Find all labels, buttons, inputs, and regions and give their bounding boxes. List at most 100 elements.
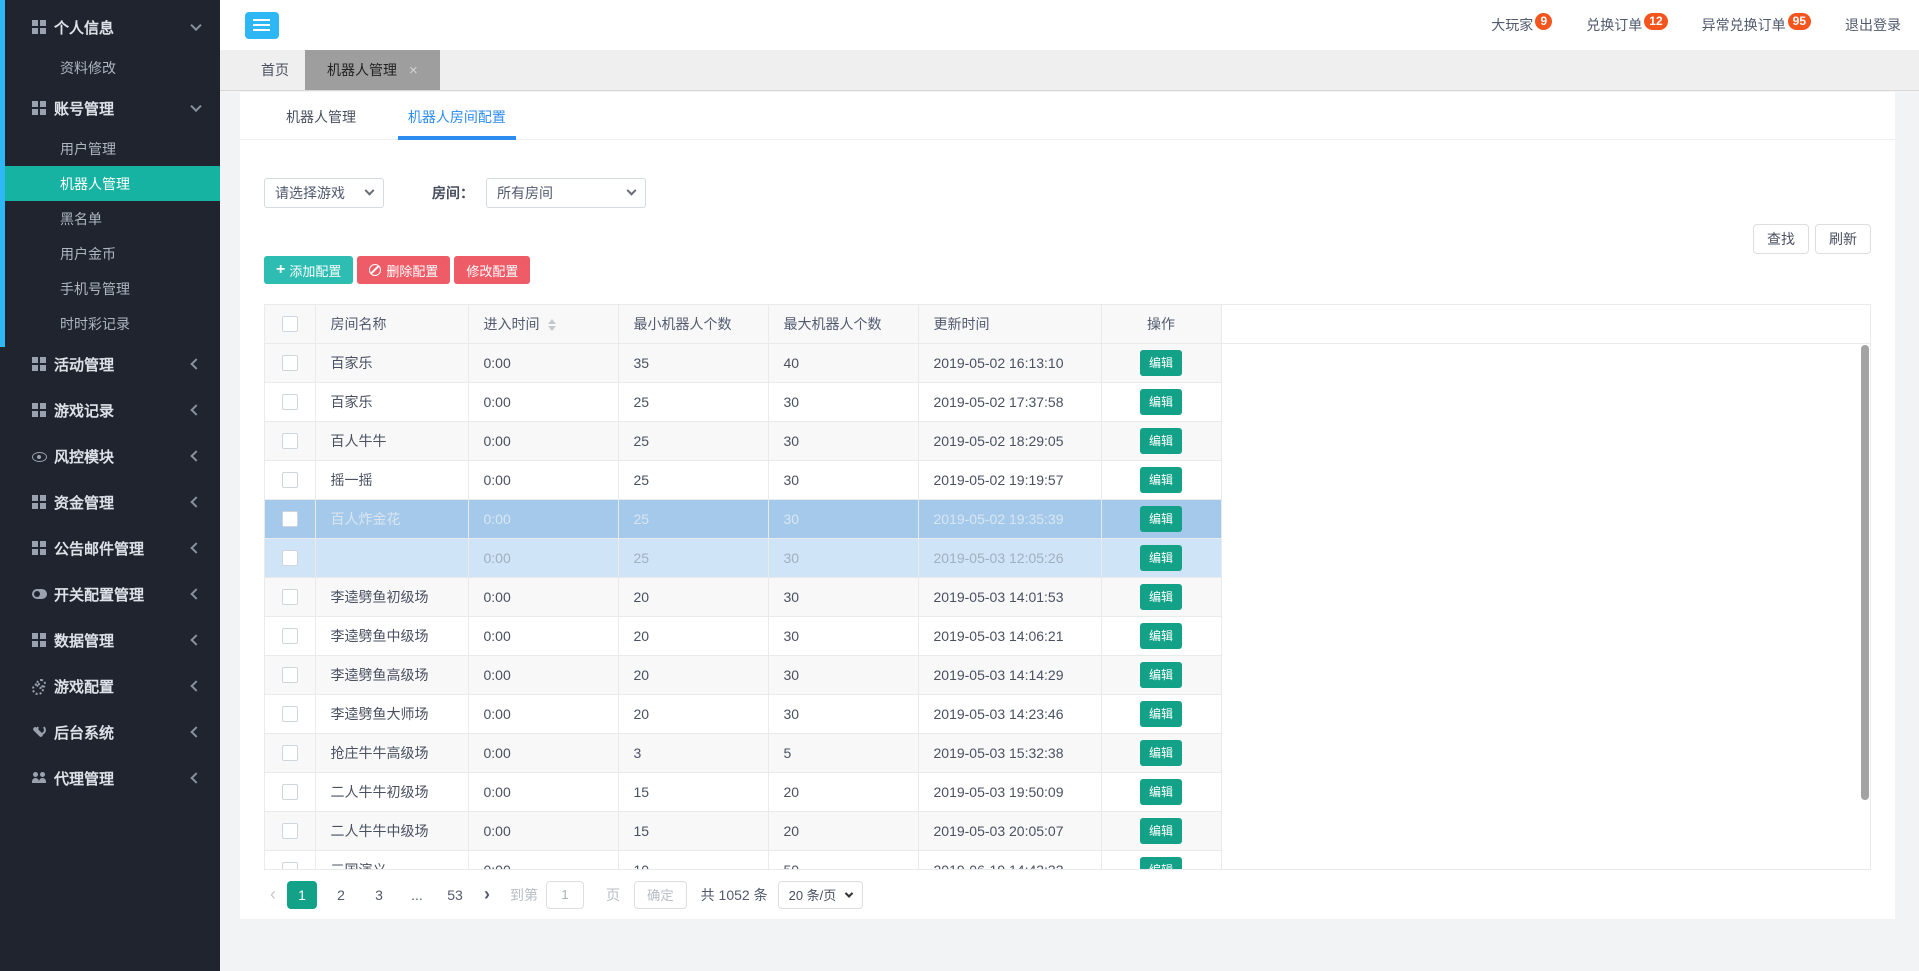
sidebar-item[interactable]: 机器人管理	[0, 166, 220, 201]
row-checkbox[interactable]	[282, 823, 298, 839]
sidebar-item[interactable]: 手机号管理	[0, 271, 220, 306]
page-number[interactable]: 3	[365, 881, 393, 909]
cell-room-name: 摇一摇	[315, 460, 468, 499]
sidebar-item[interactable]: 后台系统	[0, 709, 220, 755]
sidebar-item[interactable]: 风控模块	[0, 433, 220, 479]
row-checkbox[interactable]	[282, 862, 298, 869]
edit-button[interactable]: 编辑	[1140, 389, 1182, 415]
cell-updated: 2019-05-02 19:19:57	[918, 460, 1101, 499]
confirm-button[interactable]: 确定	[634, 881, 687, 909]
edit-button[interactable]: 编辑	[1140, 857, 1182, 870]
search-button[interactable]: 查找	[1753, 224, 1809, 254]
sidebar-item[interactable]: 资料修改	[0, 50, 220, 85]
sidebar-item[interactable]: 时时彩记录	[0, 306, 220, 341]
sort-icon[interactable]	[548, 319, 556, 331]
select-all-checkbox[interactable]	[282, 316, 298, 332]
row-checkbox[interactable]	[282, 628, 298, 644]
delete-config-button[interactable]: 删除配置	[357, 256, 450, 284]
cell-room-name: 李逵劈鱼初级场	[315, 577, 468, 616]
sidebar-item[interactable]: 用户金币	[0, 236, 220, 271]
sidebar-item[interactable]: 开关配置管理	[0, 571, 220, 617]
cell-min-robots: 20	[618, 616, 768, 655]
sidebar-item[interactable]: 游戏配置	[0, 663, 220, 709]
row-checkbox[interactable]	[282, 394, 298, 410]
edit-button[interactable]: 编辑	[1140, 623, 1182, 649]
add-config-button[interactable]: 添加配置	[264, 256, 353, 284]
table-row: 百人炸金花 0:00 25 30 2019-05-02 19:35:39 编辑	[265, 499, 1870, 538]
sidebar-item[interactable]: 代理管理	[0, 755, 220, 801]
sidebar-item[interactable]: 公告邮件管理	[0, 525, 220, 571]
prev-page-arrow[interactable]: ‹	[270, 884, 276, 905]
row-filler	[1221, 811, 1870, 850]
game-select[interactable]: 请选择游戏	[264, 178, 384, 208]
edit-button[interactable]: 编辑	[1140, 779, 1182, 805]
edit-button[interactable]: 编辑	[1140, 740, 1182, 766]
row-checkbox[interactable]	[282, 511, 298, 527]
row-checkbox[interactable]	[282, 667, 298, 683]
header-filler	[1221, 305, 1870, 343]
tab-home[interactable]: 首页	[245, 50, 305, 90]
modify-config-button[interactable]: 修改配置	[454, 256, 530, 284]
col-enter-time[interactable]: 进入时间	[468, 305, 618, 343]
sidebar-item-icon	[32, 357, 46, 371]
close-icon[interactable]	[409, 50, 418, 91]
page-size-select[interactable]: 20 条/页	[778, 881, 864, 909]
sidebar-item[interactable]: 资金管理	[0, 479, 220, 525]
edit-button[interactable]: 编辑	[1140, 584, 1182, 610]
row-checkbox[interactable]	[282, 433, 298, 449]
sidebar-item[interactable]: 活动管理	[0, 341, 220, 387]
next-page-arrow[interactable]: ›	[484, 884, 490, 905]
edit-button[interactable]: 编辑	[1140, 467, 1182, 493]
table-row: 百家乐 0:00 35 40 2019-05-02 16:13:10 编辑	[265, 343, 1870, 382]
header-link[interactable]: 兑换订单12	[1586, 15, 1667, 35]
sidebar-item[interactable]: 游戏记录	[0, 387, 220, 433]
sidebar-toggle-button[interactable]	[245, 12, 279, 39]
cell-updated: 2019-05-02 17:37:58	[918, 382, 1101, 421]
sidebar-item[interactable]: 黑名单	[0, 201, 220, 236]
edit-button[interactable]: 编辑	[1140, 350, 1182, 376]
cell-updated: 2019-05-03 12:05:26	[918, 538, 1101, 577]
edit-button[interactable]: 编辑	[1140, 818, 1182, 844]
sidebar-item-icon	[32, 633, 46, 647]
sidebar-item[interactable]: 用户管理	[0, 131, 220, 166]
header-link[interactable]: 退出登录	[1845, 15, 1901, 35]
room-select[interactable]: 所有房间	[486, 178, 646, 208]
table-scrollbar[interactable]	[1861, 345, 1869, 800]
header-link[interactable]: 大玩家9	[1491, 15, 1552, 35]
row-checkbox[interactable]	[282, 784, 298, 800]
page-number[interactable]: 53	[441, 881, 469, 909]
row-checkbox[interactable]	[282, 355, 298, 371]
edit-button[interactable]: 编辑	[1140, 701, 1182, 727]
row-checkbox[interactable]	[282, 706, 298, 722]
goto-page-input[interactable]	[546, 881, 584, 909]
edit-button[interactable]: 编辑	[1140, 506, 1182, 532]
edit-button[interactable]: 编辑	[1140, 545, 1182, 571]
cell-enter-time: 0:00	[468, 733, 618, 772]
cell-max-robots: 30	[768, 655, 918, 694]
sidebar-item[interactable]: 账号管理	[0, 85, 220, 131]
row-checkbox[interactable]	[282, 550, 298, 566]
sidebar-item[interactable]: 数据管理	[0, 617, 220, 663]
row-checkbox[interactable]	[282, 745, 298, 761]
cell-updated: 2019-05-03 14:01:53	[918, 577, 1101, 616]
edit-button[interactable]: 编辑	[1140, 428, 1182, 454]
subtab-robot-room-config[interactable]: 机器人房间配置	[398, 92, 516, 140]
cell-max-robots: 30	[768, 421, 918, 460]
row-checkbox[interactable]	[282, 472, 298, 488]
tab-robot-management[interactable]: 机器人管理	[305, 50, 440, 90]
header-link[interactable]: 异常兑换订单95	[1702, 15, 1811, 35]
page-number[interactable]: 1	[287, 881, 317, 909]
subtab-robot-management[interactable]: 机器人管理	[276, 92, 366, 139]
cell-min-robots: 20	[618, 694, 768, 733]
sidebar-item[interactable]: 个人信息	[0, 4, 220, 50]
row-checkbox[interactable]	[282, 589, 298, 605]
edit-button[interactable]: 编辑	[1140, 662, 1182, 688]
chevron-down-icon	[845, 889, 853, 897]
page-number[interactable]: 2	[327, 881, 355, 909]
sidebar-item-label: 活动管理	[54, 354, 114, 375]
row-filler	[1221, 382, 1870, 421]
refresh-button[interactable]: 刷新	[1815, 224, 1871, 254]
sidebar-item-icon	[32, 101, 46, 115]
sub-tab-bar: 机器人管理 机器人房间配置	[240, 92, 1895, 140]
cell-max-robots: 20	[768, 772, 918, 811]
